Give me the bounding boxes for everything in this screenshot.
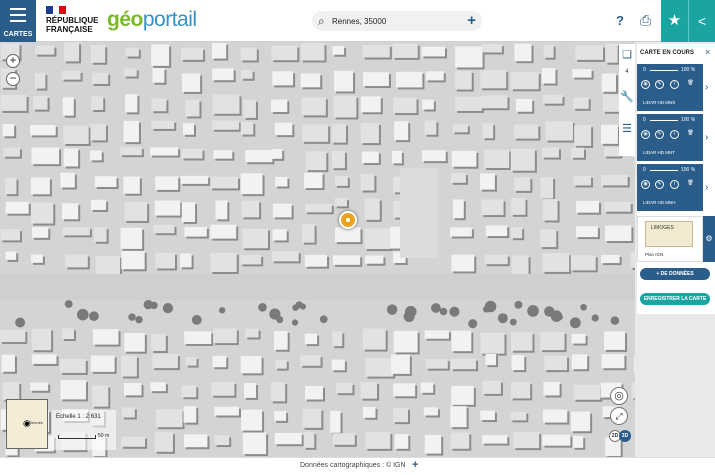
current-map-panel: CARTE EN COURS × 0 100 % ◉ ✎ i 🗑 LIDAR H… xyxy=(637,44,715,314)
search-options-plus-icon[interactable]: + xyxy=(467,12,476,29)
visibility-eye-icon[interactable]: ◉ xyxy=(641,80,650,89)
layers-stack-icon[interactable]: ❏ xyxy=(619,48,635,82)
visibility-eye-icon[interactable]: ◉ xyxy=(641,180,650,189)
fullscreen-icon[interactable]: ⤢ xyxy=(610,407,628,425)
layer-list-icon[interactable]: ☰ xyxy=(619,122,635,156)
view-3d-button[interactable]: 3D xyxy=(619,430,631,442)
search-input[interactable] xyxy=(332,14,457,28)
french-flag-icon xyxy=(46,6,67,14)
add-data-button[interactable]: + DE DONNÉES xyxy=(640,268,710,280)
layer-settings-gear-icon[interactable]: ⚙ xyxy=(703,216,715,262)
top-header: CARTES RÉPUBLIQUE FRANÇAISE géoportail ⌕… xyxy=(0,0,715,42)
opacity-max: 100 % xyxy=(681,117,696,123)
favorites-star-icon[interactable]: ★ xyxy=(661,0,688,42)
plan-thumb-label: LIMOGES xyxy=(651,225,674,231)
edit-style-icon[interactable]: ✎ xyxy=(655,130,664,139)
layer-card[interactable]: 0 100 % ◉ ✎ i 🗑 LIDAR HD MNH xyxy=(637,164,703,211)
logo-geo: géo xyxy=(107,8,143,31)
save-map-button[interactable]: ENREGISTRER LA CARTE xyxy=(640,293,710,305)
plan-ign-name: Plan IGN xyxy=(645,252,664,257)
share-icon[interactable]: < xyxy=(688,0,715,42)
logo-portail: portail xyxy=(142,8,197,31)
delete-trash-icon[interactable]: 🗑 xyxy=(686,180,695,189)
cartes-menu-label: CARTES xyxy=(3,31,33,38)
overview-minimap[interactable]: ◉ Rennes xyxy=(6,399,48,449)
side-toolbar: ❏ 4 🔧 ☰ xyxy=(619,44,635,156)
search-box: ⌕ + xyxy=(312,11,482,31)
layer-card[interactable]: 0 100 % ◉ ✎ i 🗑 LIDAR HD MNS xyxy=(637,64,703,111)
layer-count: 4 xyxy=(625,69,629,75)
lidar-relief-map xyxy=(0,42,635,457)
delete-trash-icon[interactable]: 🗑 xyxy=(686,130,695,139)
help-button[interactable]: ? xyxy=(616,13,624,28)
footer-attribution: Données cartographiques : © IGN + xyxy=(0,457,715,475)
layer-expand-chevron-icon[interactable]: › xyxy=(705,182,708,193)
geolocate-icon[interactable]: ◎ xyxy=(610,387,628,405)
layer-name: LIDAR HD MNS xyxy=(643,100,676,105)
attribution-text: Données cartographiques : © IGN xyxy=(300,462,406,469)
layer-expand-chevron-icon[interactable]: › xyxy=(705,82,708,93)
tools-wrench-icon[interactable]: 🔧 xyxy=(619,90,635,124)
edit-style-icon[interactable]: ✎ xyxy=(655,180,664,189)
scale-bar xyxy=(58,435,96,439)
location-marker-icon[interactable] xyxy=(339,211,357,229)
opacity-max: 100 % xyxy=(681,167,696,173)
plan-ign-layer-card[interactable]: LIMOGES Plan IGN xyxy=(637,216,703,262)
scale-text: Echelle 1 : 2 631 xyxy=(56,414,101,420)
opacity-slider[interactable] xyxy=(650,170,678,171)
attribution-plus-icon[interactable]: + xyxy=(412,459,418,471)
minimap-label: Rennes xyxy=(29,420,43,425)
republic-line1: RÉPUBLIQUE xyxy=(46,16,99,25)
layer-expand-chevron-icon[interactable]: › xyxy=(705,132,708,143)
layer-name: LIDAR HD MNT xyxy=(643,150,676,155)
info-icon[interactable]: i xyxy=(670,130,679,139)
print-icon[interactable]: ⎙ xyxy=(640,12,651,29)
opacity-slider[interactable] xyxy=(650,70,678,71)
visibility-eye-icon[interactable]: ◉ xyxy=(641,130,650,139)
zoom-out-button[interactable]: − xyxy=(6,72,20,86)
opacity-max: 100 % xyxy=(681,67,696,73)
opacity-slider[interactable] xyxy=(650,120,678,121)
cartes-menu-button[interactable]: CARTES xyxy=(0,0,36,42)
geoportail-logo[interactable]: géoportail xyxy=(107,8,197,32)
opacity-min: 0 xyxy=(643,67,646,73)
panel-title: CARTE EN COURS xyxy=(640,50,695,56)
opacity-min: 0 xyxy=(643,117,646,123)
edit-style-icon[interactable]: ✎ xyxy=(655,80,664,89)
scale-distance: 50 m xyxy=(98,433,110,439)
republique-francaise-logo: RÉPUBLIQUE FRANÇAISE xyxy=(46,6,102,34)
plan-ign-thumbnail: LIMOGES xyxy=(645,221,693,247)
close-panel-icon[interactable]: × xyxy=(705,47,710,57)
layer-name: LIDAR HD MNH xyxy=(643,200,676,205)
search-icon[interactable]: ⌕ xyxy=(318,14,325,29)
zoom-in-button[interactable]: + xyxy=(6,54,20,68)
opacity-min: 0 xyxy=(643,167,646,173)
scale-widget: Echelle 1 : 2 631 50 m xyxy=(52,410,116,450)
map-view[interactable]: + − ◉ Rennes Echelle 1 : 2 631 50 m ◎ ⤢ … xyxy=(0,42,635,457)
delete-trash-icon[interactable]: 🗑 xyxy=(686,80,695,89)
republic-line2: FRANÇAISE xyxy=(46,25,93,34)
layer-card[interactable]: 0 100 % ◉ ✎ i 🗑 LIDAR HD MNT xyxy=(637,114,703,161)
info-icon[interactable]: i xyxy=(670,80,679,89)
info-icon[interactable]: i xyxy=(670,180,679,189)
hamburger-icon xyxy=(10,8,26,26)
